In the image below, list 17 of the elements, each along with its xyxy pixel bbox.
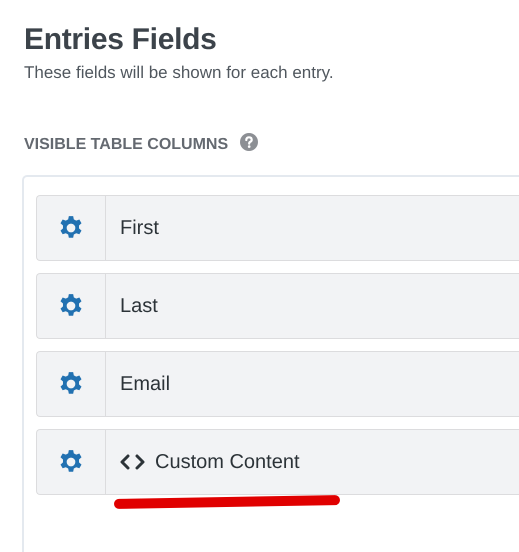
help-icon[interactable] (240, 133, 258, 151)
page-title: Entries Fields (24, 22, 217, 58)
code-icon (120, 454, 145, 470)
settings-icon[interactable] (58, 449, 84, 475)
column-row[interactable]: Last (36, 273, 519, 339)
column-label: Custom Content (155, 450, 300, 475)
column-row[interactable]: Email (36, 351, 519, 417)
section-label: VISIBLE TABLE COLUMNS (24, 135, 228, 155)
settings-icon[interactable] (58, 371, 84, 397)
column-row[interactable]: Custom Content (36, 429, 519, 495)
column-label: First (120, 216, 159, 241)
column-label: Last (120, 294, 158, 319)
column-label: Email (120, 372, 170, 397)
settings-icon[interactable] (58, 215, 84, 241)
page-description: These fields will be shown for each entry. (24, 62, 334, 84)
column-row[interactable]: First (36, 195, 519, 261)
settings-icon[interactable] (58, 293, 84, 319)
